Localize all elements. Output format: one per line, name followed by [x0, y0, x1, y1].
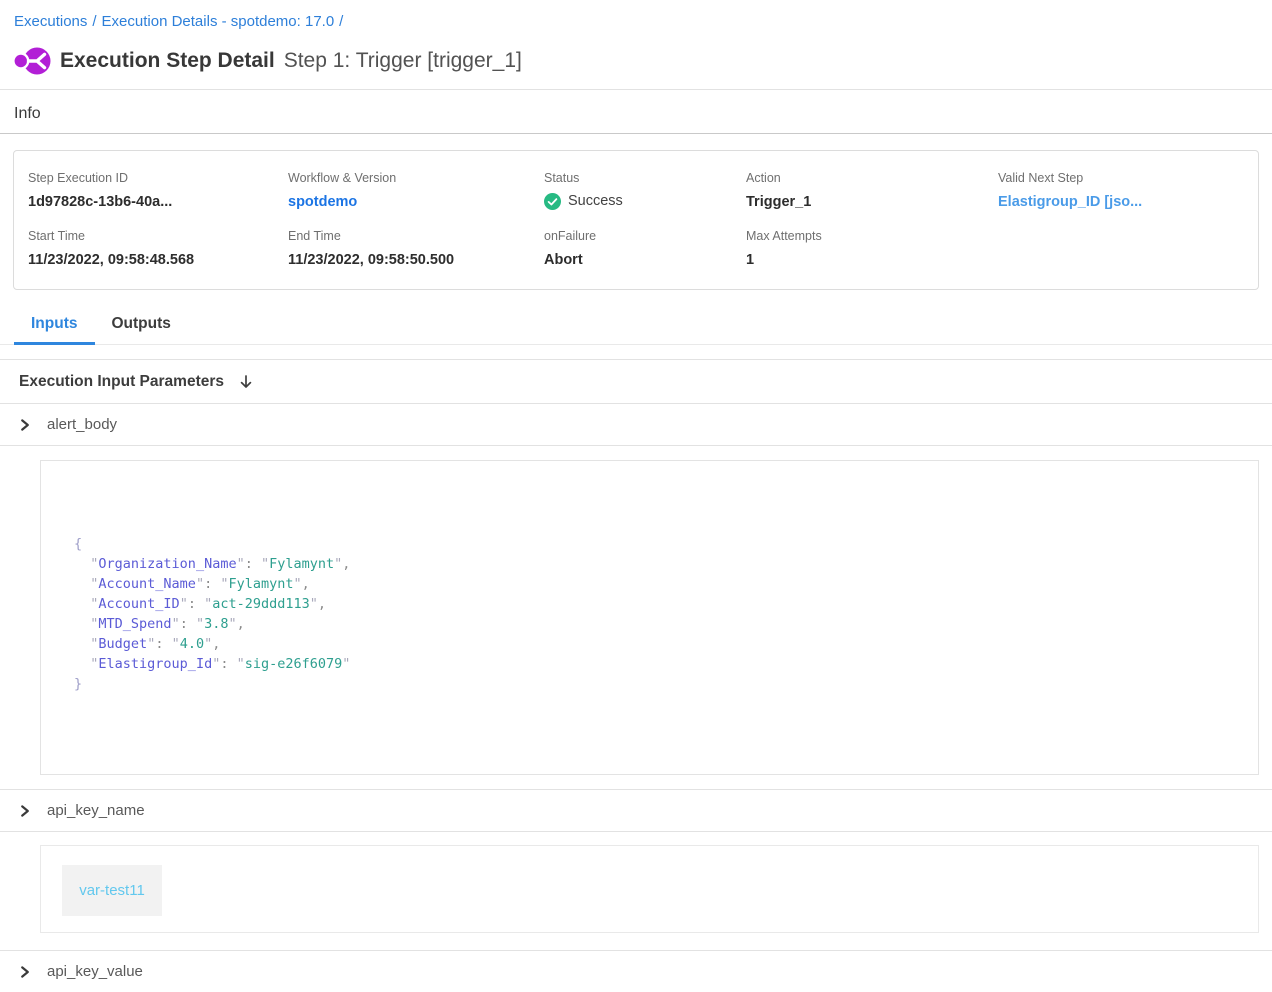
breadcrumb-link-executions[interactable]: Executions [14, 13, 87, 30]
field-step-execution-id: Step Execution ID 1d97828c-13b6-40a... [28, 171, 288, 211]
chevron-right-icon[interactable] [19, 965, 31, 979]
section-label: api_key_value [47, 963, 143, 980]
field-label: Max Attempts [746, 229, 998, 243]
info-heading: Info [0, 90, 1272, 133]
field-label: onFailure [544, 229, 746, 243]
field-label: End Time [288, 229, 544, 243]
execution-input-parameters-header: Execution Input Parameters [0, 360, 1272, 403]
field-label: Start Time [28, 229, 288, 243]
divider [0, 831, 1272, 832]
field-value: 1d97828c-13b6-40a... [28, 193, 288, 211]
breadcrumb-separator: / [92, 13, 96, 30]
api-key-name-value: var-test11 [62, 865, 162, 916]
execution-input-parameters-title: Execution Input Parameters [19, 373, 224, 391]
fylamynt-logo-icon [14, 44, 51, 78]
chevron-right-icon[interactable] [19, 418, 31, 432]
section-header-api-key-name[interactable]: api_key_name [0, 790, 1272, 831]
page-title: Execution Step Detail [60, 49, 275, 73]
field-end-time: End Time 11/23/2022, 09:58:50.500 [288, 229, 544, 269]
field-label: Valid Next Step [998, 171, 1244, 185]
breadcrumb-link-execution-details[interactable]: Execution Details - spotdemo: 17.0 [102, 13, 335, 30]
section-header-api-key-value[interactable]: api_key_value [0, 951, 1272, 992]
success-check-icon [544, 193, 561, 210]
field-value: 1 [746, 251, 998, 269]
execution-step-detail-page: Executions/Execution Details - spotdemo:… [0, 0, 1272, 992]
tab-bar: Inputs Outputs [0, 306, 1272, 345]
field-value: 11/23/2022, 09:58:48.568 [28, 251, 288, 269]
valid-next-step-link[interactable]: Elastigroup_ID [jso... [998, 193, 1244, 211]
field-value: Trigger_1 [746, 193, 998, 211]
workflow-link[interactable]: spotdemo [288, 193, 544, 211]
info-card: Step Execution ID 1d97828c-13b6-40a... W… [13, 150, 1259, 290]
chevron-right-icon[interactable] [19, 804, 31, 818]
field-label: Status [544, 171, 746, 185]
breadcrumb: Executions/Execution Details - spotdemo:… [0, 0, 1272, 30]
field-value: Abort [544, 251, 746, 269]
tab-outputs[interactable]: Outputs [95, 306, 188, 344]
spacer [0, 345, 1272, 359]
status-text: Success [568, 192, 623, 210]
field-label: Action [746, 171, 998, 185]
field-label: Workflow & Version [288, 171, 544, 185]
field-value: 11/23/2022, 09:58:50.500 [288, 251, 544, 269]
alert-body-code-block: { "Organization_Name": "Fylamynt", "Acco… [40, 460, 1259, 775]
field-max-attempts: Max Attempts 1 [746, 229, 998, 269]
arrow-down-icon[interactable] [239, 374, 253, 390]
section-label: api_key_name [47, 802, 145, 819]
divider [0, 445, 1272, 446]
section-label: alert_body [47, 416, 117, 433]
field-action: Action Trigger_1 [746, 171, 998, 211]
json-code: { "Organization_Name": "Fylamynt", "Acco… [74, 534, 1238, 694]
empty-cell [998, 229, 1244, 269]
field-start-time: Start Time 11/23/2022, 09:58:48.568 [28, 229, 288, 269]
field-valid-next-step: Valid Next Step Elastigroup_ID [jso... [998, 171, 1244, 211]
section-header-alert-body[interactable]: alert_body [0, 404, 1272, 445]
field-workflow-version: Workflow & Version spotdemo [288, 171, 544, 211]
tab-inputs[interactable]: Inputs [14, 306, 95, 344]
api-key-name-value-box: var-test11 [40, 845, 1259, 933]
page-subtitle: Step 1: Trigger [trigger_1] [284, 49, 522, 73]
field-status: Status Success [544, 171, 746, 211]
field-onfailure: onFailure Abort [544, 229, 746, 269]
breadcrumb-separator: / [339, 13, 343, 30]
divider [0, 133, 1272, 134]
status-badge: Success [544, 192, 746, 210]
field-label: Step Execution ID [28, 171, 288, 185]
page-header: Execution Step Detail Step 1: Trigger [t… [0, 30, 1272, 89]
